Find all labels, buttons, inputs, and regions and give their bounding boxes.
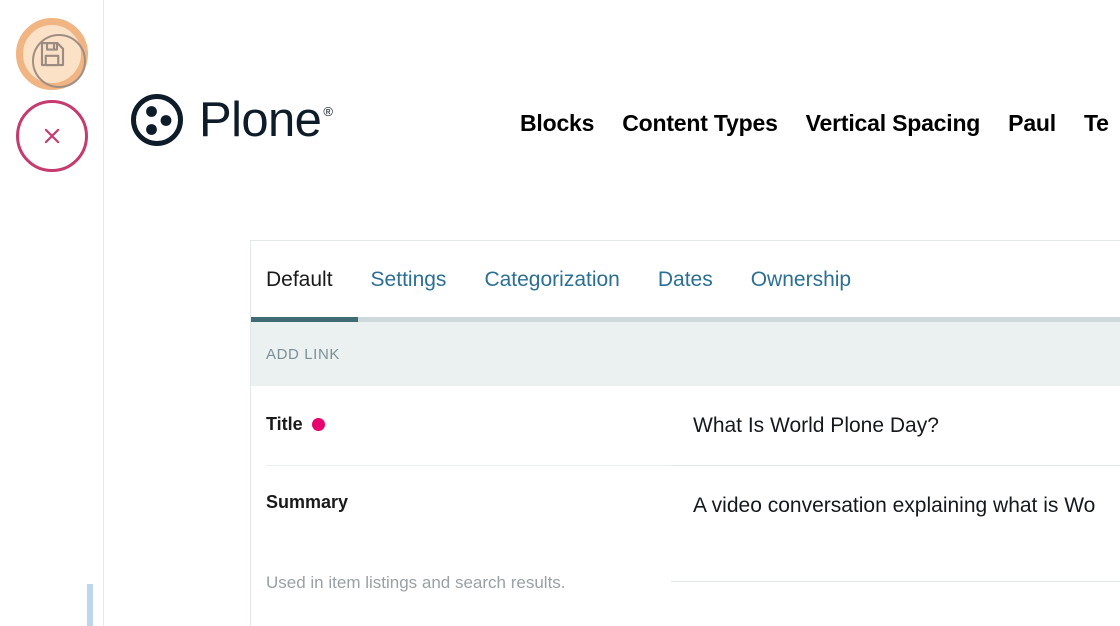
close-x-icon: [16, 100, 88, 172]
field-help-summary: Used in item listings and search results…: [266, 572, 566, 592]
main-navigation: Blocks Content Types Vertical Spacing Pa…: [520, 110, 1109, 138]
form-section-header: ADD LINK: [251, 322, 1120, 386]
nav-item-vertical-spacing[interactable]: Vertical Spacing: [806, 110, 981, 138]
field-label-summary-text: Summary: [266, 492, 349, 512]
tab-settings[interactable]: Settings: [371, 269, 447, 290]
scroll-position-indicator[interactable]: [87, 584, 93, 626]
tab-active-indicator: [251, 317, 358, 322]
save-button[interactable]: [16, 18, 88, 90]
site-logo[interactable]: Plone ®: [129, 92, 333, 148]
edit-form: Title What Is World Plone Day? Summary U…: [251, 386, 1120, 626]
title-input[interactable]: What Is World Plone Day?: [693, 412, 1120, 439]
save-floppy-icon: [16, 18, 88, 90]
nav-item-paul[interactable]: Paul: [1008, 110, 1056, 138]
site-header: Plone ® Blocks Content Types Vertical Sp…: [104, 0, 1120, 238]
tab-categorization[interactable]: Categorization: [484, 269, 619, 290]
plone-logo-icon: [129, 92, 185, 148]
field-label-title: Title: [266, 414, 651, 436]
nav-item-content-types[interactable]: Content Types: [622, 110, 778, 138]
brand-name: Plone: [199, 92, 322, 147]
tab-ownership[interactable]: Ownership: [751, 269, 851, 290]
app-root: Plone ® Blocks Content Types Vertical Sp…: [0, 0, 1120, 626]
tab-default[interactable]: Default: [266, 269, 333, 290]
form-section-title: ADD LINK: [266, 345, 340, 363]
field-label-column-title: Title: [266, 386, 671, 466]
edit-form-panel: Default Settings Categorization Dates Ow…: [250, 240, 1120, 626]
summary-input[interactable]: A video conversation explaining what is …: [693, 492, 1120, 519]
tab-dates[interactable]: Dates: [658, 269, 713, 290]
field-row-summary: Summary Used in item listings and search…: [251, 466, 1120, 626]
field-label-column-summary: Summary Used in item listings and search…: [266, 466, 671, 626]
field-label-summary: Summary: [266, 492, 651, 514]
nav-item-te[interactable]: Te: [1084, 110, 1109, 138]
field-row-title: Title What Is World Plone Day?: [251, 386, 1120, 466]
cancel-button[interactable]: [16, 100, 88, 172]
field-value-column-summary: A video conversation explaining what is …: [671, 466, 1120, 582]
tab-underline-rail: [251, 317, 1120, 322]
field-label-title-text: Title: [266, 414, 303, 434]
edit-toolbar: [0, 0, 104, 626]
nav-item-blocks[interactable]: Blocks: [520, 110, 594, 138]
form-tabs: Default Settings Categorization Dates Ow…: [251, 241, 1120, 317]
field-value-column-title: What Is World Plone Day?: [671, 386, 1120, 466]
required-indicator-icon: [311, 418, 325, 432]
registered-trademark-mark: ®: [323, 104, 333, 119]
